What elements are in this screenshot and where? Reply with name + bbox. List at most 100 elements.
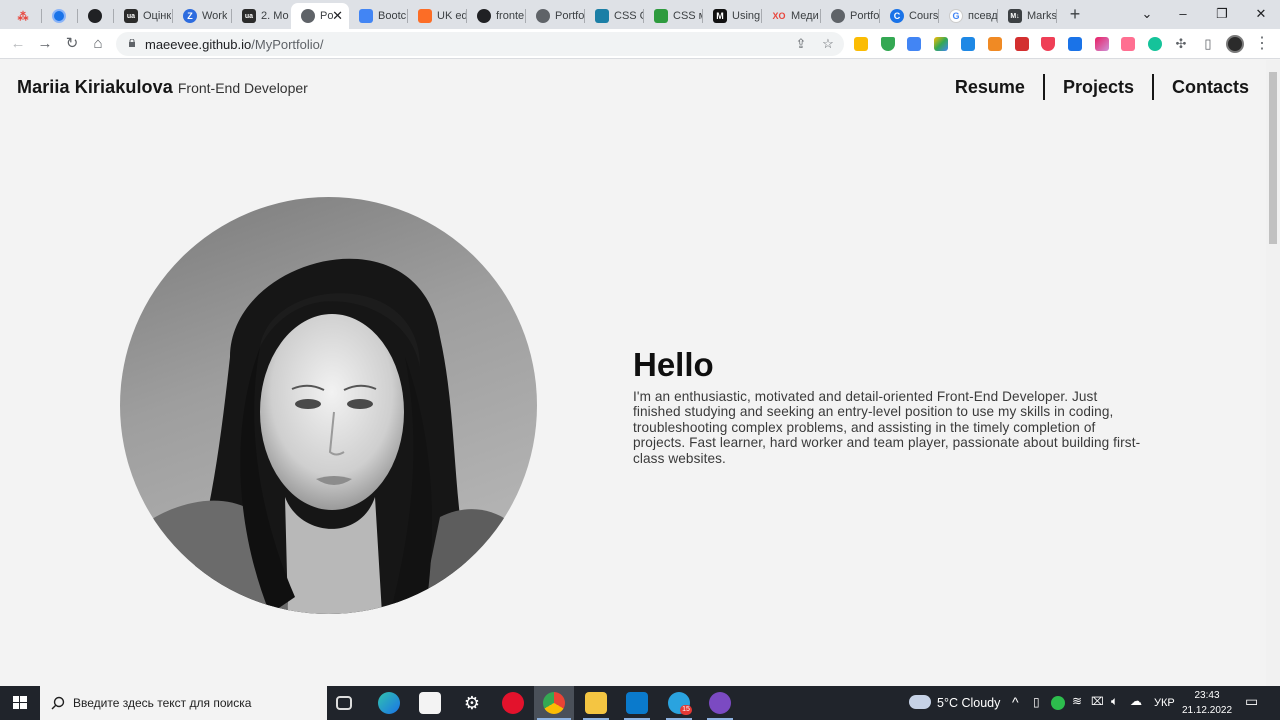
tab-15[interactable]: XO Меди (762, 3, 821, 29)
share-icon[interactable]: ⇪ (792, 35, 810, 53)
portrait-illustration (120, 258, 537, 614)
tab-9[interactable]: UK ed (408, 3, 467, 29)
hero-section: Hello I'm an enthusiastic, motivated and… (633, 346, 1143, 466)
tab-2[interactable] (42, 3, 78, 29)
green-tray-icon[interactable] (1051, 696, 1065, 710)
language-indicator[interactable]: УКР (1154, 697, 1175, 709)
tab-search-icon[interactable]: ⌄ (1136, 3, 1158, 25)
telegram-badge: 15 (680, 705, 692, 715)
more-menu-icon[interactable]: ⋮ (1254, 33, 1270, 55)
forward-icon[interactable]: → (34, 33, 56, 55)
volume-icon[interactable]: 🔈︎ (1111, 694, 1118, 709)
graduation-extension-icon[interactable] (1068, 37, 1082, 51)
lens-extension-icon[interactable] (988, 37, 1002, 51)
home-icon[interactable]: ⌂ (87, 33, 109, 55)
close-window-icon[interactable]: ✕ (1250, 3, 1272, 25)
nav-contacts-link[interactable]: Contacts (1154, 74, 1249, 100)
tab-6[interactable]: ua 2. Мо (232, 3, 291, 29)
extensions-puzzle-icon[interactable]: ✣ (1172, 35, 1190, 53)
tab-12[interactable]: CSS C (585, 3, 644, 29)
shield-extension-icon[interactable] (881, 37, 895, 51)
maximize-icon[interactable]: ❐ (1211, 3, 1233, 25)
opera-icon[interactable] (502, 692, 524, 714)
arrows-extension-icon[interactable] (1121, 37, 1135, 51)
google-icon: G (949, 9, 963, 23)
side-panel-icon[interactable]: ▯ (1199, 35, 1217, 53)
tab-label: fronte (496, 10, 525, 22)
screenshot-extension-icon[interactable] (961, 37, 975, 51)
tab-3[interactable] (78, 3, 114, 29)
github-icon (477, 9, 491, 23)
globe-icon (831, 9, 845, 23)
drive-extension-icon[interactable] (934, 37, 948, 51)
reload-icon[interactable]: ↻ (61, 33, 83, 55)
tab-13[interactable]: CSS м (644, 3, 703, 29)
tab-5[interactable]: Z Work (173, 3, 232, 29)
windows-start-button[interactable] (0, 686, 40, 720)
scrollbar-thumb[interactable] (1269, 72, 1277, 244)
minimize-icon[interactable]: – (1172, 3, 1194, 25)
ukr-icon: ua (124, 9, 138, 23)
tab-14[interactable]: M Using (703, 3, 762, 29)
settings-gear-icon[interactable]: ⚙ (461, 692, 483, 714)
battery-icon[interactable]: ⌧ (1091, 695, 1104, 708)
tab-17[interactable]: C Cours (880, 3, 939, 29)
tab-label: Меди (791, 10, 819, 22)
close-tab-icon[interactable]: ✕ (332, 8, 343, 24)
site-brand[interactable]: Mariia Kiriakulova Front-End Developer (17, 77, 308, 98)
chrome-icon[interactable] (543, 692, 565, 714)
tab-1[interactable]: ⁂ (6, 3, 42, 29)
back-icon[interactable]: ← (7, 33, 29, 55)
tab-11[interactable]: Portfo (526, 3, 585, 29)
taskbar-search-box[interactable]: Введите здесь текст для поиска (40, 686, 327, 720)
tray-expand-icon[interactable]: ^ (1012, 694, 1019, 710)
tab-16[interactable]: Portfo (821, 3, 880, 29)
edge-icon[interactable] (378, 692, 400, 714)
grammarly-extension-icon[interactable] (1148, 37, 1162, 51)
cloud-weather-icon[interactable] (909, 695, 931, 709)
tab-4[interactable]: ua Оцінк (114, 3, 173, 29)
weather-text[interactable]: 5°C Cloudy (937, 696, 1000, 710)
tab-active-portfolio[interactable]: Po ✕ (291, 3, 349, 29)
tab-19[interactable]: M↓ Marks (998, 3, 1057, 29)
vscode-icon[interactable] (626, 692, 648, 714)
address-bar[interactable]: maeevee.github.io/MyPortfolio/ ⇪ ☆ (116, 32, 844, 56)
wifi-icon[interactable]: ≋ (1072, 694, 1082, 708)
pdf-extension-icon[interactable] (1015, 37, 1029, 51)
tab-8[interactable]: Bootc (349, 3, 408, 29)
nav-projects-link[interactable]: Projects (1045, 74, 1152, 100)
new-tab-button[interactable]: + (1066, 4, 1084, 24)
onedrive-cloud-icon[interactable]: ☁ (1130, 694, 1142, 708)
search-icon (51, 696, 65, 710)
nav-resume-link[interactable]: Resume (937, 74, 1043, 100)
pocket-extension-icon[interactable] (1041, 37, 1055, 51)
bookmark-star-icon[interactable]: ☆ (819, 35, 837, 53)
z-icon: Z (183, 9, 197, 23)
device-tray-icon[interactable]: ▯ (1033, 695, 1040, 709)
github-desktop-icon[interactable] (709, 692, 731, 714)
profile-avatar[interactable] (1226, 35, 1244, 53)
brand-role: Front-End Developer (177, 80, 308, 96)
tab-label: 2. Мо (261, 10, 289, 22)
notifications-icon[interactable]: ▭ (1245, 693, 1258, 710)
ukr-icon: ua (242, 9, 256, 23)
tab-label: Portfo (850, 10, 880, 22)
tab-18[interactable]: G псевд (939, 3, 998, 29)
md-icon: M↓ (1008, 9, 1022, 23)
file-explorer-icon[interactable] (585, 692, 607, 714)
task-view-icon[interactable] (336, 696, 352, 710)
tab-label: Using (732, 10, 761, 22)
site-nav: Resume Projects Contacts (937, 74, 1249, 100)
keep-extension-icon[interactable] (854, 37, 868, 51)
leaf-icon (654, 9, 668, 23)
page-scrollbar[interactable] (1266, 60, 1280, 686)
search-placeholder: Введите здесь текст для поиска (73, 696, 252, 710)
tab-10[interactable]: fronte (467, 3, 526, 29)
translate-extension-icon[interactable] (907, 37, 921, 51)
clock-time[interactable]: 23:43 (1184, 690, 1230, 701)
clock-date[interactable]: 21.12.2022 (1180, 705, 1234, 716)
blue-circle-icon (52, 9, 66, 23)
tab-label: Оцінк (143, 10, 172, 22)
store-icon[interactable] (419, 692, 441, 714)
color-extension-icon[interactable] (1095, 37, 1109, 51)
